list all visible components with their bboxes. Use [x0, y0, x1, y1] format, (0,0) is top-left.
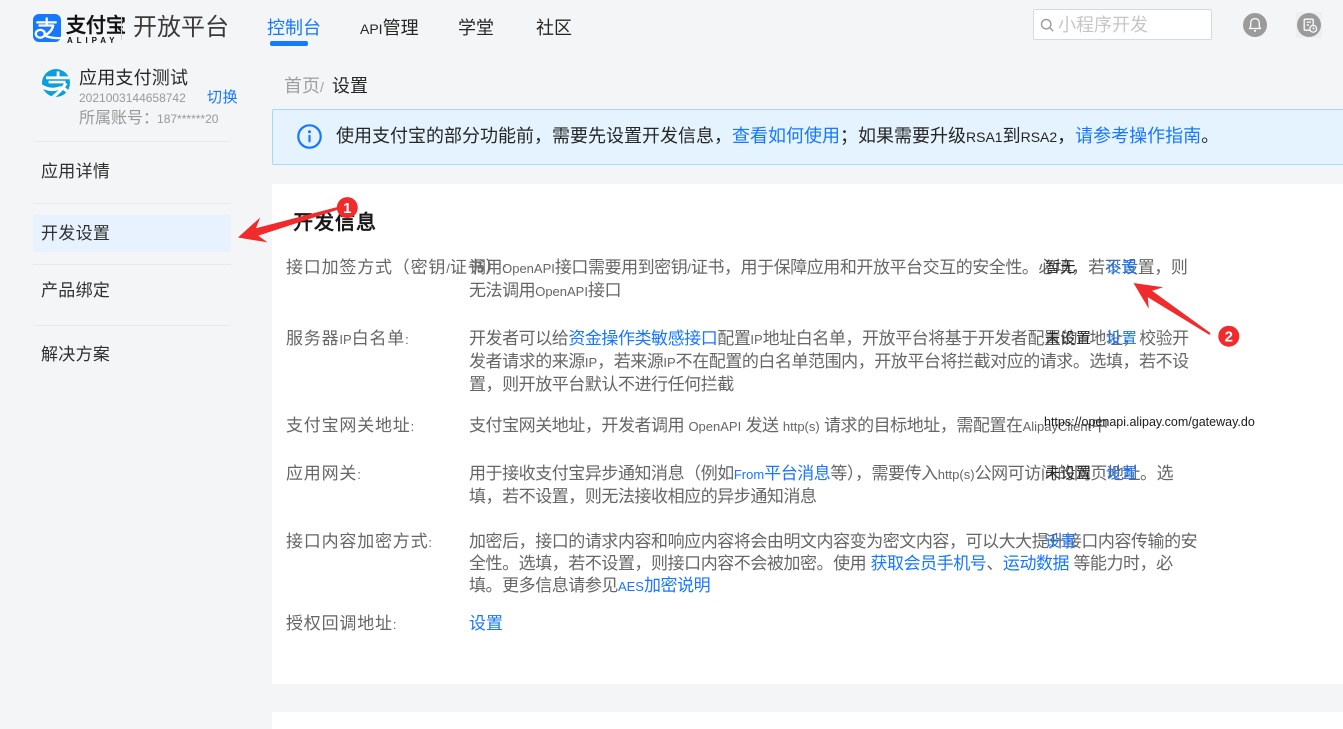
svg-text:2: 2 [1225, 328, 1233, 345]
svg-text:1: 1 [343, 200, 351, 217]
